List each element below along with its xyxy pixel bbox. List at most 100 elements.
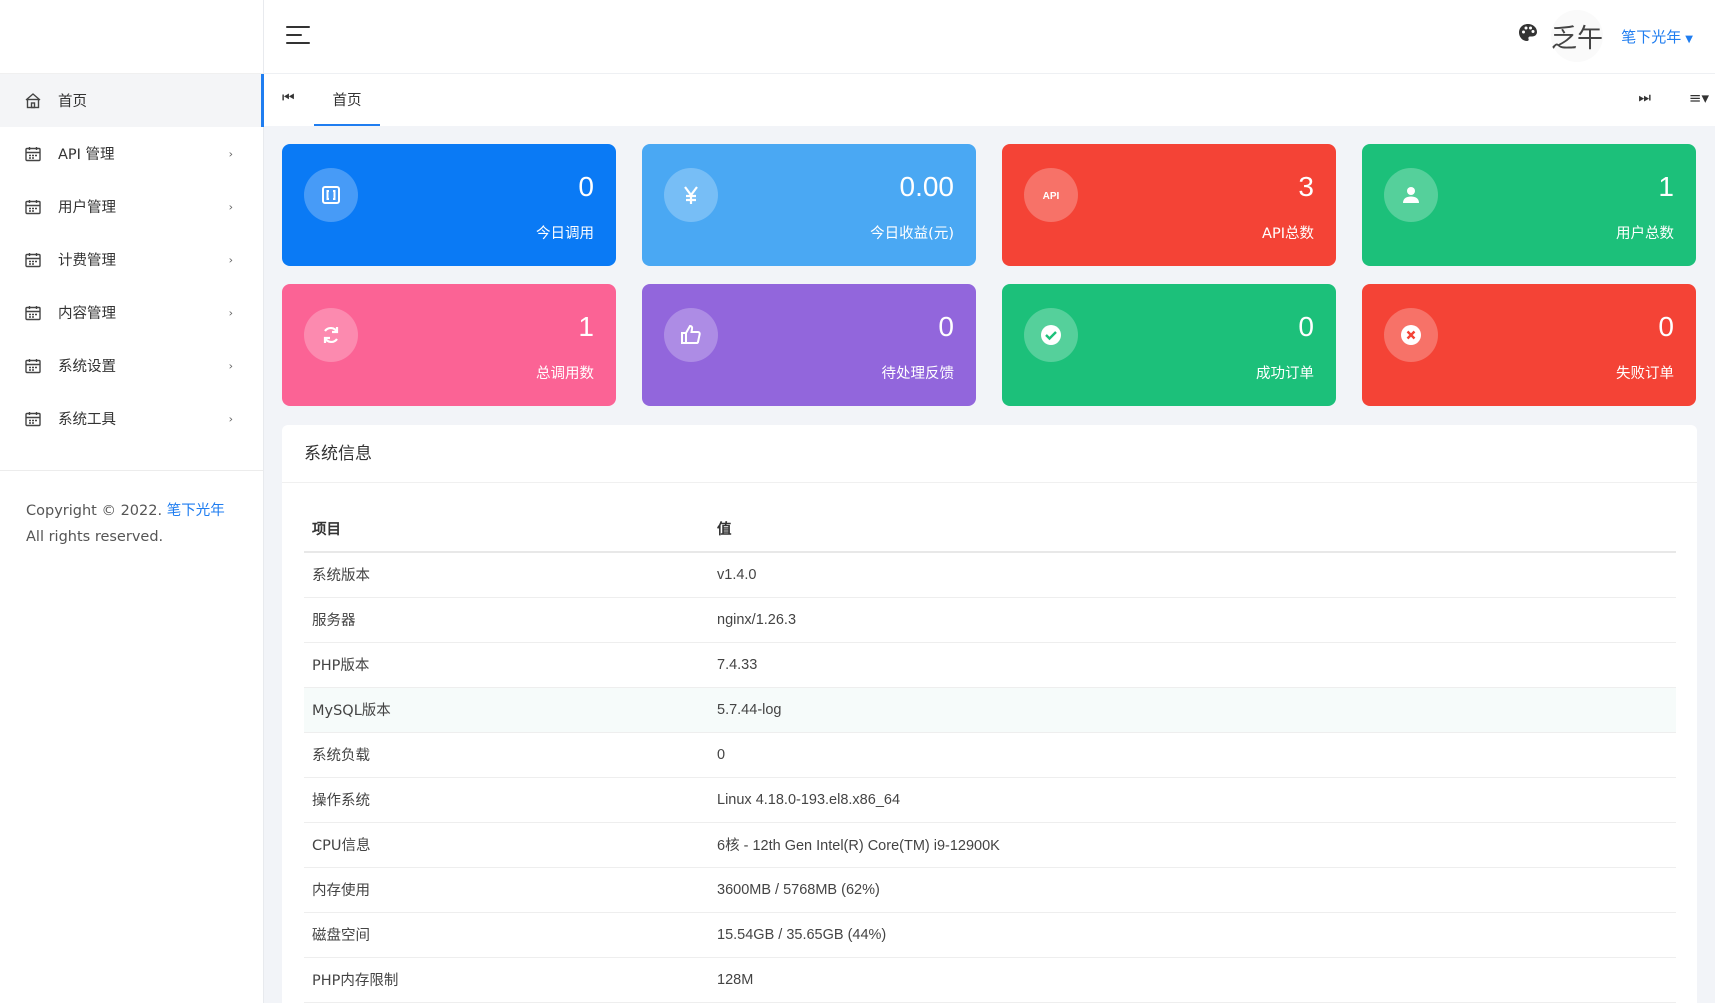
palette-icon[interactable] [1517, 22, 1539, 44]
sidebar-item-label: API 管理 [58, 147, 115, 163]
table-row: 服务器 nginx/1.26.3 [304, 597, 1676, 643]
stat-card-total-calls[interactable]: 1 总调用数 [282, 284, 616, 406]
stat-card-label: 总调用数 [536, 366, 594, 382]
sidebar-item-label: 系统工具 [58, 412, 116, 428]
stat-card-value: 1 [578, 311, 594, 342]
copyright-text: Copyright © 2022. 笔下光年 All rights reserv… [26, 498, 246, 550]
sidebar-divider [0, 470, 263, 471]
tab-scroll-right-icon[interactable]: ⏭ [1638, 90, 1651, 106]
stat-card-value: 0 [938, 311, 954, 342]
sidebar-nav: 首页 API 管理 › 用户管理 › 计费管理 › 内容管理 › 系统设置 › … [0, 74, 264, 445]
row-value: 15.54GB / 35.65GB (44%) [709, 912, 1676, 958]
row-key: 内存使用 [304, 867, 709, 913]
close-circle-icon [1384, 308, 1438, 362]
row-value: 6核 - 12th Gen Intel(R) Core(TM) i9-12900… [709, 822, 1676, 868]
tab-scroll-left-icon[interactable]: ⏮ [282, 90, 295, 106]
calendar-icon [24, 410, 42, 428]
table-row: 系统版本 v1.4.0 [304, 552, 1676, 598]
system-info-panel: 系统信息 项目 值 系统版本 v1.4.0 服务器 nginx/1.26.3 P… [282, 425, 1697, 1003]
bracket-icon [304, 168, 358, 222]
row-key: 系统负载 [304, 732, 709, 778]
user-menu-dropdown[interactable]: 笔下光年 ▼ [1621, 26, 1693, 47]
calendar-icon [24, 198, 42, 216]
tab-home[interactable]: 首页 [314, 74, 380, 126]
table-header-row: 项目 值 [304, 505, 1676, 553]
row-value: Linux 4.18.0-193.el8.x86_64 [709, 777, 1676, 823]
menu-toggle-button[interactable] [286, 26, 310, 46]
column-header-item: 项目 [304, 505, 709, 553]
sidebar-item-settings[interactable]: 系统设置 › [0, 339, 263, 392]
sidebar-item-billing[interactable]: 计费管理 › [0, 233, 263, 286]
row-key: MySQL版本 [304, 687, 709, 733]
api-icon: API [1024, 168, 1078, 222]
row-value: 0 [709, 732, 1676, 778]
row-value: 5.7.44-log [709, 687, 1676, 733]
table-row: MySQL版本 5.7.44-log [304, 687, 1676, 733]
refresh-icon [304, 308, 358, 362]
caret-down-icon: ▼ [1685, 34, 1693, 45]
sidebar-item-users[interactable]: 用户管理 › [0, 180, 263, 233]
calendar-icon [24, 357, 42, 375]
copyright-brand-link[interactable]: 笔下光年 [167, 503, 225, 519]
sidebar-item-home[interactable]: 首页 [0, 74, 264, 127]
sidebar-item-api[interactable]: API 管理 › [0, 127, 263, 180]
stat-card-label: 待处理反馈 [881, 366, 955, 382]
top-header: 乏午 笔下光年 ▼ [264, 0, 1715, 74]
stat-card-pending-feedback[interactable]: 0 待处理反馈 [642, 284, 976, 406]
row-value: 128M [709, 957, 1676, 1003]
table-row: 内存使用 3600MB / 5768MB (62%) [304, 867, 1676, 913]
stat-card-success-orders[interactable]: 0 成功订单 [1002, 284, 1336, 406]
stat-card-today-income[interactable]: 0.00 今日收益(元) [642, 144, 976, 266]
copyright-prefix: Copyright © 2022. [26, 503, 163, 519]
sidebar-logo-area [0, 0, 263, 74]
stat-card-label: 失败订单 [1616, 366, 1674, 382]
copyright-suffix: All rights reserved. [26, 529, 164, 545]
row-key: 系统版本 [304, 552, 709, 598]
chevron-right-icon: › [228, 306, 233, 319]
calendar-icon [24, 145, 42, 163]
row-key: 服务器 [304, 597, 709, 643]
stat-card-label: API总数 [1262, 226, 1314, 242]
sidebar-item-label: 内容管理 [58, 306, 116, 322]
tab-bar: ⏮ 首页 ⏭ ≡▾ [264, 74, 1715, 126]
stat-card-label: 用户总数 [1616, 226, 1674, 242]
chevron-right-icon: › [228, 253, 233, 266]
user-name-label: 笔下光年 [1621, 28, 1682, 46]
stat-card-api-total[interactable]: API 3 API总数 [1002, 144, 1336, 266]
row-value: nginx/1.26.3 [709, 597, 1676, 643]
svg-text:API: API [1043, 191, 1060, 202]
stat-card-value: 3 [1298, 171, 1314, 202]
user-icon [1384, 168, 1438, 222]
stat-card-label: 成功订单 [1256, 366, 1314, 382]
stat-card-user-total[interactable]: 1 用户总数 [1362, 144, 1696, 266]
table-row: PHP版本 7.4.33 [304, 642, 1676, 688]
row-value: 7.4.33 [709, 642, 1676, 688]
table-row: PHP内存限制 128M [304, 957, 1676, 1003]
sidebar: 首页 API 管理 › 用户管理 › 计费管理 › 内容管理 › 系统设置 › … [0, 0, 264, 1003]
calendar-icon [24, 251, 42, 269]
chevron-right-icon: › [228, 412, 233, 425]
stat-card-label: 今日调用 [536, 226, 594, 242]
row-value: 3600MB / 5768MB (62%) [709, 867, 1676, 913]
sidebar-item-content[interactable]: 内容管理 › [0, 286, 263, 339]
stat-card-label: 今日收益(元) [870, 226, 954, 242]
chevron-right-icon: › [228, 147, 233, 160]
chevron-right-icon: › [228, 200, 233, 213]
stat-card-today-calls[interactable]: 0 今日调用 [282, 144, 616, 266]
table-row: CPU信息 6核 - 12th Gen Intel(R) Core(TM) i9… [304, 822, 1676, 868]
table-row: 系统负载 0 [304, 732, 1676, 778]
row-key: 磁盘空间 [304, 912, 709, 958]
stat-card-value: 1 [1658, 171, 1674, 202]
home-icon [24, 92, 42, 110]
calendar-icon [24, 304, 42, 322]
stat-card-value: 0 [1298, 311, 1314, 342]
row-key: PHP内存限制 [304, 957, 709, 1003]
tab-options-menu-icon[interactable]: ≡▾ [1689, 89, 1709, 107]
row-key: PHP版本 [304, 642, 709, 688]
chevron-right-icon: › [228, 359, 233, 372]
row-value: v1.4.0 [709, 552, 1676, 598]
avatar[interactable]: 乏午 [1551, 10, 1603, 62]
sidebar-item-tools[interactable]: 系统工具 › [0, 392, 263, 445]
stat-card-failed-orders[interactable]: 0 失败订单 [1362, 284, 1696, 406]
table-row: 磁盘空间 15.54GB / 35.65GB (44%) [304, 912, 1676, 958]
